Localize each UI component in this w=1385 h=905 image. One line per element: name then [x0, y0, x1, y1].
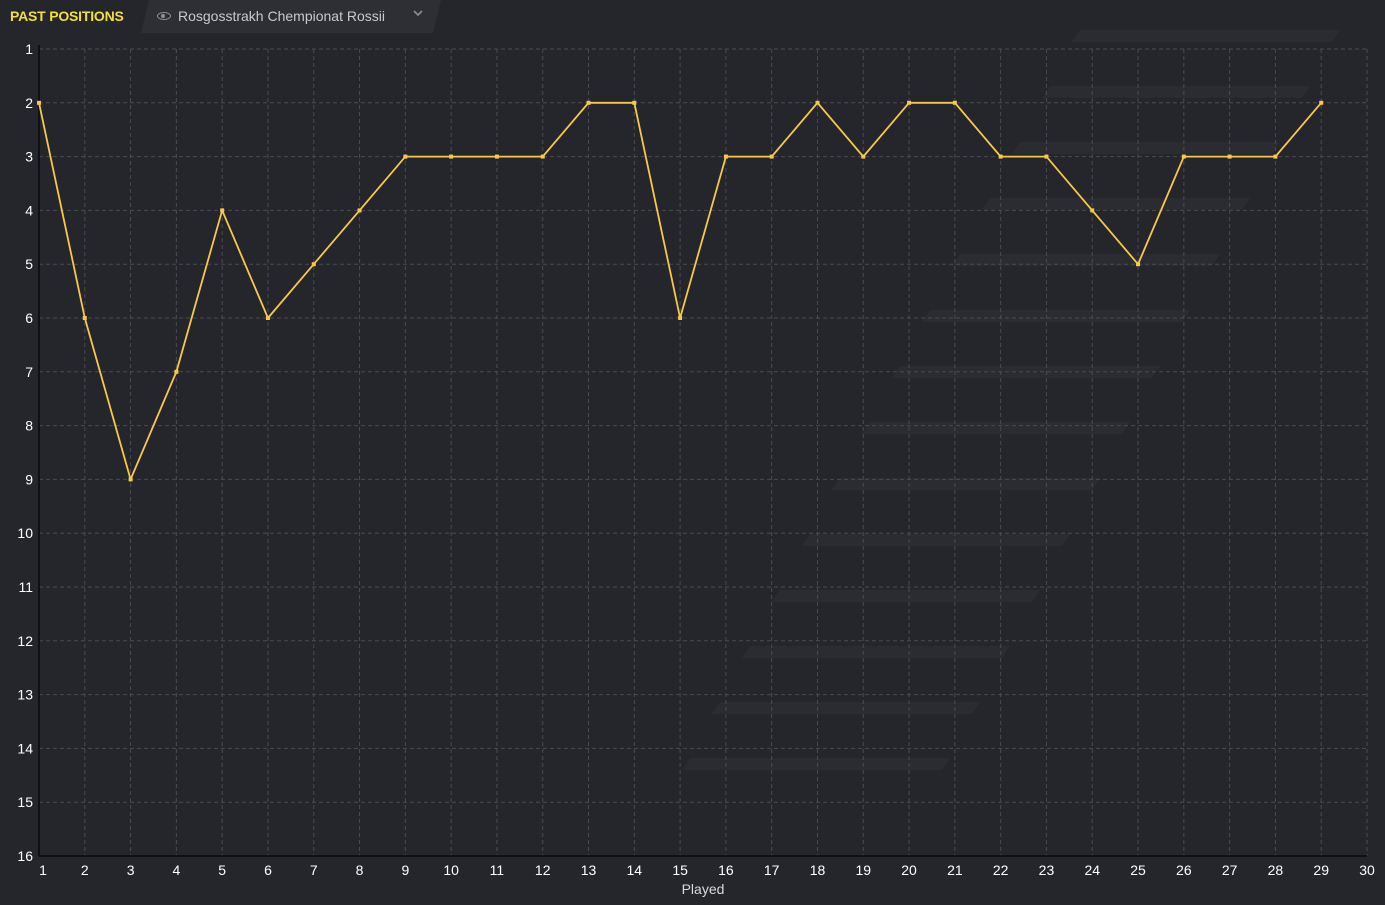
data-point[interactable] [220, 208, 225, 213]
y-tick-label: 6 [25, 310, 33, 326]
decor-stripe [802, 534, 1070, 546]
chart-grid [39, 48, 1368, 856]
data-point[interactable] [357, 208, 362, 213]
data-point[interactable] [1090, 208, 1095, 213]
decor-stripe [1072, 30, 1340, 42]
x-tick-label: 2 [81, 862, 89, 878]
x-axis-ticks: 1 2 3 4 5 6 7 8 9 10 11 12 13 14 15 16 17 18 19 20 21 22 23 24 2… [39, 862, 1375, 878]
y-tick-label: 8 [25, 418, 33, 434]
x-tick-label: 15 [672, 862, 688, 878]
y-tick-label: 5 [25, 256, 33, 272]
background-decoration [682, 30, 1340, 770]
data-point[interactable] [1273, 154, 1278, 159]
data-point[interactable] [632, 100, 637, 105]
data-point[interactable] [449, 154, 454, 159]
y-tick-label: 1 [25, 41, 33, 57]
x-tick-label: 7 [310, 862, 318, 878]
data-point[interactable] [998, 154, 1003, 159]
data-point[interactable] [1044, 154, 1049, 159]
y-axis-ticks: 12345678910111213141516 [17, 41, 33, 864]
data-point[interactable] [540, 154, 545, 159]
x-tick-label: 13 [581, 862, 597, 878]
data-point[interactable] [1227, 154, 1232, 159]
data-point[interactable] [723, 154, 728, 159]
x-tick-label: 26 [1176, 862, 1192, 878]
y-tick-label: 7 [25, 364, 33, 380]
x-tick-label: 3 [127, 862, 135, 878]
y-tick-label: 4 [25, 202, 33, 218]
x-axis-label: Played [682, 881, 725, 897]
data-point[interactable] [403, 154, 408, 159]
data-point[interactable] [1181, 154, 1186, 159]
chart-axes [38, 45, 1367, 857]
x-tick-label: 22 [993, 862, 1009, 878]
x-tick-label: 30 [1359, 862, 1375, 878]
x-tick-label: 16 [718, 862, 734, 878]
x-tick-label: 1 [39, 862, 47, 878]
x-tick-label: 24 [1084, 862, 1100, 878]
data-point[interactable] [952, 100, 957, 105]
x-tick-label: 12 [535, 862, 551, 878]
y-tick-label: 12 [17, 633, 33, 649]
data-point[interactable] [769, 154, 774, 159]
x-tick-label: 20 [901, 862, 917, 878]
x-tick-label: 14 [627, 862, 643, 878]
x-tick-label: 25 [1130, 862, 1146, 878]
data-point[interactable] [815, 100, 820, 105]
x-tick-label: 4 [172, 862, 180, 878]
data-point[interactable] [82, 316, 87, 320]
y-tick-label: 16 [17, 848, 33, 864]
x-tick-label: 10 [443, 862, 459, 878]
y-tick-label: 13 [17, 687, 33, 703]
data-point[interactable] [128, 477, 133, 482]
data-point[interactable] [1319, 100, 1324, 105]
x-tick-label: 18 [810, 862, 826, 878]
y-tick-label: 2 [25, 95, 33, 111]
x-tick-label: 8 [356, 862, 364, 878]
x-tick-label: 11 [490, 862, 505, 878]
y-tick-label: 11 [18, 579, 33, 595]
x-tick-label: 23 [1039, 862, 1055, 878]
data-point[interactable] [37, 100, 41, 105]
data-point[interactable] [907, 100, 912, 105]
x-tick-label: 9 [401, 862, 409, 878]
data-point[interactable] [861, 154, 866, 159]
data-point[interactable] [678, 316, 683, 320]
y-tick-label: 3 [25, 149, 33, 165]
decor-stripe [922, 310, 1190, 322]
x-tick-label: 19 [855, 862, 871, 878]
x-tick-label: 29 [1313, 862, 1329, 878]
data-point[interactable] [265, 316, 270, 320]
y-tick-label: 15 [17, 794, 33, 810]
x-tick-label: 27 [1222, 862, 1238, 878]
decor-stripe [712, 702, 980, 714]
decor-stripe [982, 198, 1250, 210]
data-point[interactable] [174, 369, 179, 374]
data-point[interactable] [586, 100, 591, 105]
y-tick-label: 9 [25, 471, 33, 487]
data-point[interactable] [311, 262, 316, 267]
data-point[interactable] [1136, 262, 1141, 267]
y-tick-label: 14 [17, 740, 33, 756]
x-tick-label: 28 [1268, 862, 1284, 878]
positions-chart: 12345678910111213141516 1 2 3 4 5 6 7 8 9 10 11 12 1… [17, 30, 1375, 897]
data-point[interactable] [494, 154, 499, 159]
decor-stripe [742, 646, 1010, 658]
decor-stripe [772, 590, 1040, 602]
decor-stripe [1042, 86, 1310, 98]
x-tick-label: 6 [264, 862, 272, 878]
decor-stripe [862, 422, 1130, 434]
x-tick-label: 21 [947, 862, 963, 878]
decor-stripe [682, 758, 950, 770]
y-tick-label: 10 [17, 525, 33, 541]
x-tick-label: 17 [764, 862, 780, 878]
x-tick-label: 5 [218, 862, 226, 878]
decor-stripe [1012, 142, 1280, 154]
